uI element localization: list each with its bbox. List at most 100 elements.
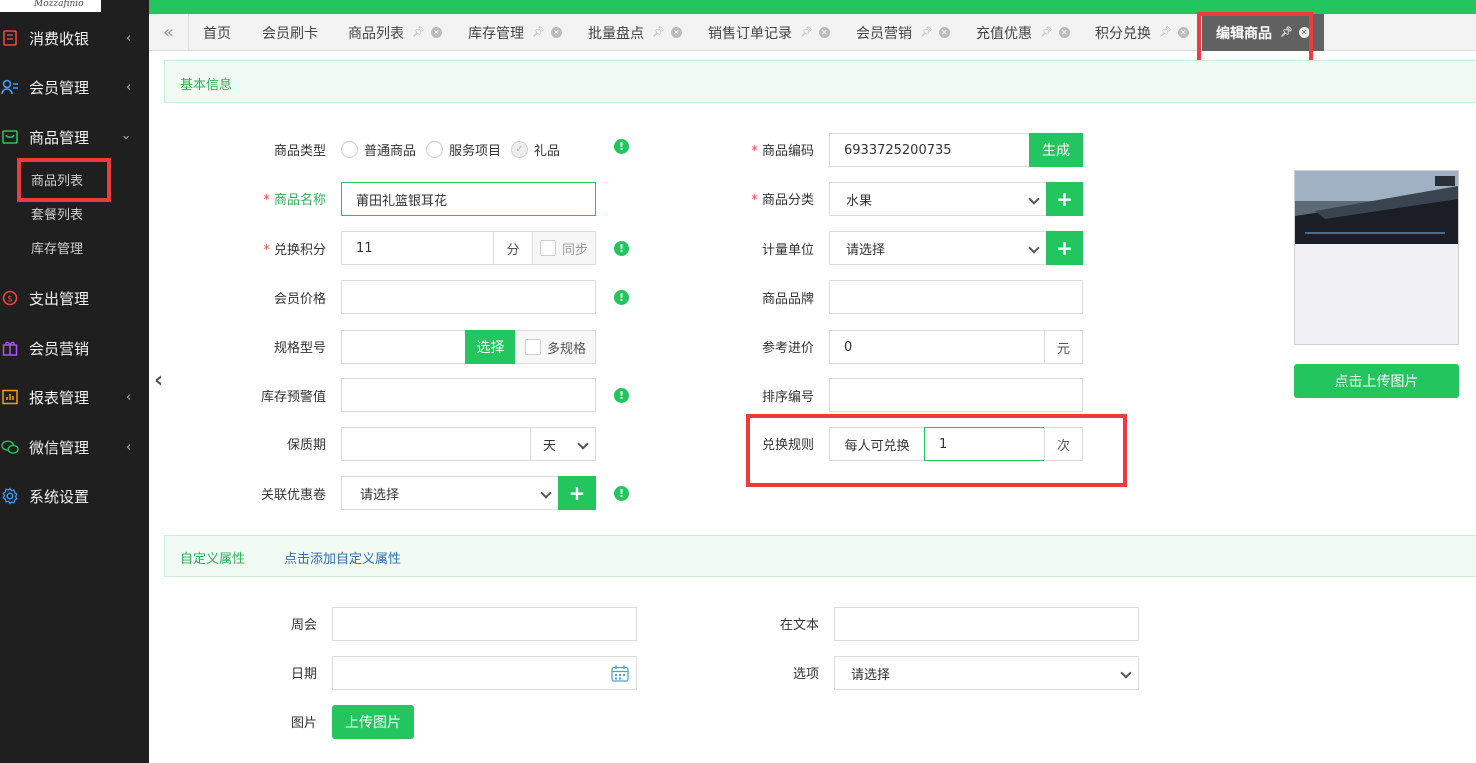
sidebar-item-marketing[interactable]: 会员营销 [0,328,149,368]
add-coupon-button[interactable]: + [558,476,596,510]
sidebar-item-label: 报表管理 [29,388,90,407]
chevron-down-icon: ‹ [119,134,135,140]
close-icon[interactable]: ✕ [938,27,950,38]
tab-sales-orders[interactable]: 销售订单记录 📌︎ ✕ [708,14,830,51]
pin-icon[interactable]: 📌︎ [1159,27,1172,38]
info-icon[interactable]: ! [614,139,629,154]
chevron-left-icon[interactable]: ‹ [154,368,163,393]
sort-no-input[interactable] [829,378,1083,412]
close-icon[interactable]: ✕ [550,27,562,38]
logo: Mozzafinio [0,0,101,12]
stock-warning-input[interactable] [341,378,596,412]
tab-home[interactable]: 首页 [203,14,231,51]
spec-select-button[interactable]: 选择 [465,330,516,364]
close-icon[interactable]: ✕ [1177,27,1189,38]
add-custom-attribute-link[interactable]: 点击添加自定义属性 [284,548,401,567]
close-icon[interactable]: ✕ [430,27,442,38]
radio-gift[interactable]: ✓ 礼品 [511,140,560,159]
product-name-input[interactable]: 莆田礼篮银耳花 [341,182,596,216]
radio-service-item[interactable]: 服务项目 [426,140,501,159]
add-unit-button[interactable]: + [1046,231,1083,265]
chevron-down-icon [1028,193,1040,205]
member-price-input[interactable] [341,280,596,314]
pin-icon[interactable]: 📌︎ [800,27,813,38]
info-icon[interactable]: ! [614,388,629,403]
coupon-select[interactable]: 请选择 [341,476,559,510]
wechat-icon [1,438,19,456]
sidebar-item-members[interactable]: 会员管理 ‹ [0,67,149,107]
points-input[interactable]: 11 [341,231,494,265]
add-category-button[interactable]: + [1046,182,1083,216]
pin-icon[interactable]: 📌︎ [652,27,665,38]
custom-date-input[interactable] [332,656,637,690]
product-type-label: 商品类型 [273,144,326,159]
sidebar-sub-item-package-list[interactable]: 套餐列表 [31,204,83,223]
custom-option-select[interactable]: 请选择 [834,656,1139,690]
members-icon [1,78,19,96]
shelf-life-input[interactable] [341,427,531,461]
spec-input[interactable] [341,330,466,364]
tab-points-exchange[interactable]: 积分兑换 📌︎ ✕ [1095,14,1189,51]
brand-input[interactable] [829,280,1083,314]
calendar-icon[interactable] [611,665,629,682]
ref-price-unit: 元 [1044,330,1083,364]
info-icon[interactable]: ! [614,290,629,305]
shelf-life-unit-select[interactable]: 天 [530,427,596,461]
custom-text-label: 在文本 [779,618,819,633]
settings-icon [1,487,19,505]
tab-recharge[interactable]: 充值优惠 📌︎ ✕ [976,14,1070,51]
plus-icon: + [1056,187,1073,211]
sidebar-item-expense[interactable]: $ 支出管理 [0,278,149,318]
tab-member-card[interactable]: 会员刷卡 [262,14,318,51]
points-unit: 分 [493,231,533,265]
tab-member-marketing[interactable]: 会员营销 📌︎ ✕ [856,14,950,51]
multi-spec-checkbox[interactable]: 多规格 [515,330,596,364]
sidebar-item-label: 微信管理 [29,438,90,457]
tab-batch-check[interactable]: 批量盘点 📌︎ ✕ [588,14,682,51]
category-select[interactable]: 水果 [829,182,1047,216]
chevron-down-icon [1028,242,1040,254]
sidebar-item-reports[interactable]: 报表管理 ‹ [0,377,149,417]
chevron-left-icon: ‹ [126,389,132,405]
close-icon[interactable]: ✕ [670,27,682,38]
code-input[interactable]: 6933725200735 [829,133,1030,167]
unit-select[interactable]: 请选择 [829,231,1047,265]
highlight-box [17,158,111,202]
upload-image-button[interactable]: 点击上传图片 [1294,364,1459,398]
gift-icon [1,339,19,357]
pin-icon[interactable]: 📌︎ [1040,27,1053,38]
checkbox-icon [539,240,556,256]
chevron-left-icon: ‹ [126,439,132,455]
tab-scroll-back-button[interactable]: « [149,14,189,51]
info-icon[interactable]: ! [614,241,629,256]
sidebar-item-goods[interactable]: 商品管理 ‹ [0,117,149,157]
pin-icon[interactable]: 📌︎ [412,27,425,38]
product-name-label: * 商品名称 [263,193,326,208]
sidebar-item-wechat[interactable]: 微信管理 ‹ [0,427,149,467]
ref-price-input[interactable]: 0 [829,330,1045,364]
pin-icon[interactable]: 📌︎ [920,27,933,38]
section-title: 基本信息 [180,78,233,93]
sidebar-sub-item-inventory[interactable]: 库存管理 [31,238,83,257]
info-icon[interactable]: ! [614,486,629,501]
chevron-left-icon: ‹ [126,30,132,46]
sync-checkbox[interactable]: 同步 [532,231,596,265]
generate-code-button[interactable]: 生成 [1029,133,1083,167]
category-label: * 商品分类 [751,193,814,208]
custom-zhouhui-input[interactable] [332,607,637,641]
expense-icon: $ [1,289,19,307]
tab-product-list[interactable]: 商品列表 📌︎ ✕ [348,14,442,51]
sidebar-item-label: 会员管理 [29,78,90,97]
close-icon[interactable]: ✕ [1058,27,1070,38]
pin-icon[interactable]: 📌︎ [532,27,545,38]
points-label: * 兑换积分 [263,243,326,258]
tab-inventory[interactable]: 库存管理 📌︎ ✕ [468,14,562,51]
custom-text-input[interactable] [834,607,1139,641]
sidebar-item-cashier[interactable]: 消费收银 ‹ [0,18,149,58]
close-icon[interactable]: ✕ [818,27,830,38]
radio-normal-product[interactable]: 普通商品 [341,140,416,159]
plus-icon: + [568,481,586,505]
chevron-left-icon: ‹ [126,79,132,95]
custom-upload-image-button[interactable]: 上传图片 [332,705,414,739]
sidebar-item-settings[interactable]: 系统设置 [0,476,149,516]
